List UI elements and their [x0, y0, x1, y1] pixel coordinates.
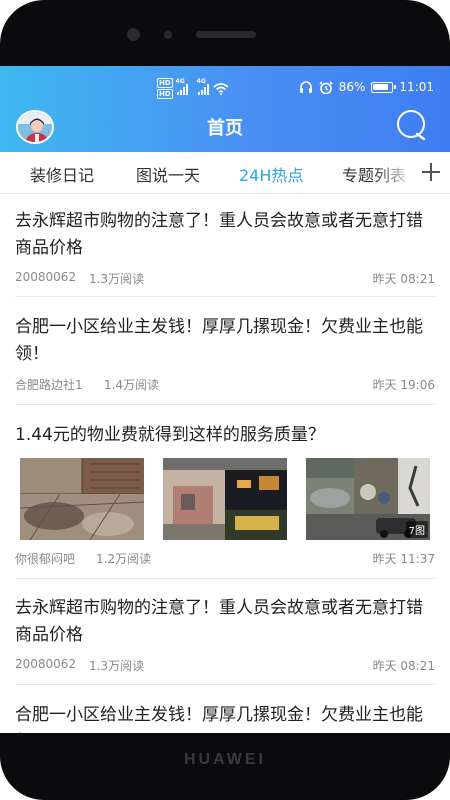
article-reads: 1.2万阅读	[96, 552, 152, 566]
hd-label-1: HD	[157, 78, 173, 88]
article-title[interactable]: 1.44元的物业费就得到这样的服务质量？	[15, 422, 435, 449]
article-author: 20080062	[15, 657, 77, 671]
article-item[interactable]: 去永辉超市购物的注意了！重人员会故意或者无意打错商品价格 20080062 1.…	[15, 208, 435, 286]
article-author: 20080062	[15, 270, 77, 284]
divider	[15, 578, 435, 579]
hd-icon: HD HD	[157, 78, 173, 99]
tab-24h-hot[interactable]: 24H热点	[239, 162, 303, 186]
divider	[15, 404, 435, 405]
status-bar: HD HD 4G 4G 86% 11:01	[0, 66, 450, 110]
article-item[interactable]: 合肥一小区给业主发钱！厚厚几摞现金！欠费业主也能领！ 合肥路边社1 1.4万阅读…	[15, 314, 435, 392]
article-meta: 合肥路边社1 1.4万阅读 昨天 19:06	[15, 376, 435, 392]
article-title[interactable]: 去永辉超市购物的注意了！重人员会故意或者无意打错商品价格	[15, 208, 435, 262]
signal-icon: 4G	[176, 78, 188, 95]
article-time: 昨天 11:37	[372, 552, 435, 566]
search-icon[interactable]	[394, 110, 430, 142]
article-reads: 1.3万阅读	[89, 659, 145, 673]
add-tab-icon[interactable]	[420, 161, 442, 183]
article-item[interactable]: 1.44元的物业费就得到这样的服务质量？ 7图 你很郁闷吧 1.2万阅读 昨天 …	[15, 422, 435, 566]
article-meta: 20080062 1.3万阅读 昨天 08:21	[15, 270, 435, 286]
article-author: 合肥路边社1	[15, 378, 83, 392]
article-meta: 20080062 1.3万阅读 昨天 08:21	[15, 657, 435, 673]
article-reads: 1.3万阅读	[89, 272, 145, 286]
category-tabs: 装修日记 图说一天 24H热点 专题列表	[0, 152, 450, 194]
article-meta: 你很郁闷吧 1.2万阅读 昨天 11:37	[15, 550, 435, 566]
image-count-badge: 7图	[405, 521, 428, 538]
article-item[interactable]: 去永辉超市购物的注意了！重人员会故意或者无意打错商品价格 20080062 1.…	[15, 595, 435, 673]
article-image[interactable]	[163, 458, 287, 540]
article-item[interactable]: 合肥一小区给业主发钱！厚厚几摞现金！欠费业主也能领！	[15, 702, 435, 733]
article-title[interactable]: 去永辉超市购物的注意了！重人员会故意或者无意打错商品价格	[15, 595, 435, 649]
signal-icon: 4G	[197, 78, 209, 95]
hd-label-2: HD	[157, 89, 173, 99]
front-camera	[127, 28, 140, 41]
article-title[interactable]: 合肥一小区给业主发钱！厚厚几摞现金！欠费业主也能领！	[15, 702, 435, 733]
alarm-icon	[319, 80, 333, 94]
clock: 11:01	[399, 80, 434, 94]
article-reads: 1.4万阅读	[104, 378, 160, 392]
phone-top-bezel	[0, 0, 450, 66]
proximity-sensor	[164, 31, 172, 39]
article-image[interactable]	[20, 458, 144, 540]
article-author: 你很郁闷吧	[15, 552, 76, 566]
status-network: HD HD 4G 4G	[157, 78, 229, 99]
divider	[15, 296, 435, 297]
article-time: 昨天 08:21	[372, 659, 435, 673]
page-title: 首页	[207, 118, 243, 139]
article-image[interactable]: 7图	[306, 458, 430, 540]
article-time: 昨天 19:06	[372, 378, 435, 392]
network-type-2: 4G	[196, 77, 206, 85]
wifi-icon	[213, 82, 229, 95]
article-feed: 去永辉超市购物的注意了！重人员会故意或者无意打错商品价格 20080062 1.…	[0, 194, 450, 733]
battery-icon	[371, 81, 397, 93]
battery-fill	[373, 83, 389, 90]
article-time: 昨天 08:21	[372, 272, 435, 286]
battery-percent: 86%	[338, 80, 366, 94]
headphones-icon	[299, 81, 312, 93]
tab-renovation-diary[interactable]: 装修日记	[30, 162, 94, 186]
status-system: 86% 11:01	[299, 80, 434, 94]
article-title[interactable]: 合肥一小区给业主发钱！厚厚几摞现金！欠费业主也能领！	[15, 314, 435, 368]
tab-picture-day[interactable]: 图说一天	[136, 162, 200, 186]
network-type-1: 4G	[175, 77, 185, 85]
app-header: HD HD 4G 4G 86% 11:01 首页	[0, 66, 450, 152]
earpiece-speaker	[196, 31, 256, 38]
phone-bottom-bezel: HUAWEI	[0, 733, 450, 800]
divider	[15, 684, 435, 685]
article-images: 7图	[15, 458, 435, 540]
nav-bar: 首页	[0, 110, 450, 152]
device-brand-logo: HUAWEI	[184, 751, 266, 768]
